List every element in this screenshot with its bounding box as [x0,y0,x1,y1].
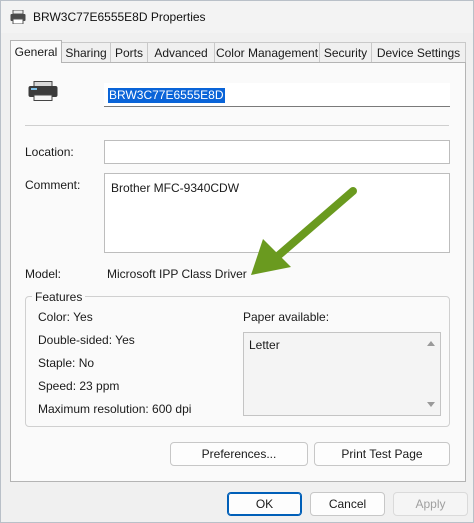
window-title: BRW3C77E6555E8D Properties [33,10,206,24]
comment-value: Brother MFC-9340CDW [111,181,240,195]
printer-name-selection: BRW3C77E6555E8D [108,88,225,103]
features-title: Features [32,290,86,304]
tab-ports[interactable]: Ports [110,42,148,62]
divider [25,125,449,126]
location-input[interactable] [104,140,450,164]
preferences-button[interactable]: Preferences... [170,442,308,466]
feature-staple: Staple: No [38,356,95,370]
location-label: Location: [25,145,74,159]
tab-color-management[interactable]: Color Management [214,42,320,62]
model-label: Model: [25,267,62,281]
feature-speed: Speed: 23 ppm [38,379,120,393]
comment-label: Comment: [25,178,81,192]
list-item[interactable]: Letter [249,338,280,352]
apply-button[interactable]: Apply [393,492,468,516]
feature-double-sided: Double-sided: Yes [38,333,135,347]
tab-sharing[interactable]: Sharing [61,42,111,62]
printer-icon [28,81,58,101]
ok-button[interactable]: OK [227,492,302,516]
print-test-page-button[interactable]: Print Test Page [314,442,450,466]
annotation-arrow-icon [251,187,357,275]
tab-general[interactable]: General [10,40,62,63]
tab-advanced[interactable]: Advanced [147,42,215,62]
arrow-down-icon [427,402,435,407]
properties-window: BRW3C77E6555E8D Properties General Shari… [0,0,474,523]
arrow-up-icon [427,341,435,346]
printer-icon [10,10,26,24]
paper-list-scrollbar[interactable] [422,333,440,415]
paper-list[interactable]: Letter [243,332,441,416]
tab-security[interactable]: Security [319,42,372,62]
tab-device-settings[interactable]: Device Settings [371,42,466,62]
paper-available-label: Paper available: [243,310,330,324]
tab-strip: General Sharing Ports Advanced Color Man… [10,40,466,63]
model-value: Microsoft IPP Class Driver [107,267,247,281]
feature-max-resolution: Maximum resolution: 600 dpi [38,402,192,416]
cancel-button[interactable]: Cancel [310,492,385,516]
title-bar[interactable]: BRW3C77E6555E8D Properties [1,1,473,33]
feature-color: Color: Yes [38,310,93,324]
